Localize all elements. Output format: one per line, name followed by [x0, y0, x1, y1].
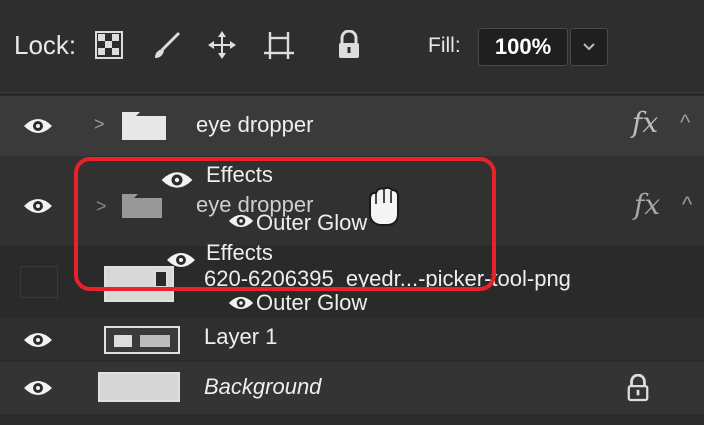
drag-highlight-box: [74, 157, 496, 291]
layer-row-eye-dropper[interactable]: > eye dropper fx ^: [0, 96, 704, 156]
layer-name: Layer 1: [204, 324, 278, 349]
fx-icon[interactable]: fx: [634, 188, 660, 221]
layer-row-layer1[interactable]: Layer 1: [0, 318, 704, 360]
padlock-icon[interactable]: [332, 28, 366, 62]
eye-icon[interactable]: [18, 186, 58, 226]
expand-chevron-icon[interactable]: >: [94, 114, 105, 135]
visibility-empty-box[interactable]: [20, 266, 58, 298]
outer-glow-label: Outer Glow: [256, 290, 368, 315]
folder-icon: [122, 112, 166, 145]
layer-name: Background: [204, 374, 322, 399]
eye-icon[interactable]: [18, 368, 58, 408]
move-arrows-icon[interactable]: [205, 28, 239, 62]
fill-label: Fill:: [428, 34, 461, 57]
collapse-chevron-icon[interactable]: ^: [680, 110, 690, 136]
lock-label: Lock:: [14, 30, 77, 60]
layer-row-background[interactable]: Background: [0, 362, 704, 414]
chevron-down-icon: [583, 43, 595, 51]
layers-panel: Lock: Fill: 100% > eye dropper fx ^ > Ef…: [0, 0, 704, 425]
fill-dropdown-button[interactable]: [570, 28, 608, 66]
outer-glow-eye-icon[interactable]: [228, 294, 254, 317]
layer-name: eye dropper: [196, 112, 314, 137]
fill-input[interactable]: 100%: [478, 28, 568, 66]
layer-thumbnail: [104, 326, 180, 354]
lock-toolbar: Lock: Fill: 100%: [0, 0, 704, 93]
grab-hand-cursor-icon: [362, 184, 404, 233]
collapse-chevron-icon[interactable]: ^: [682, 192, 692, 218]
artboard-crop-icon[interactable]: [262, 28, 296, 62]
brush-icon[interactable]: [150, 28, 184, 62]
padlock-icon: [626, 373, 650, 407]
fx-icon[interactable]: fx: [632, 106, 658, 139]
eye-icon[interactable]: [18, 320, 58, 360]
eye-icon[interactable]: [18, 106, 58, 146]
layer-thumbnail: [98, 372, 180, 402]
checker-lock-icon[interactable]: [92, 28, 126, 62]
